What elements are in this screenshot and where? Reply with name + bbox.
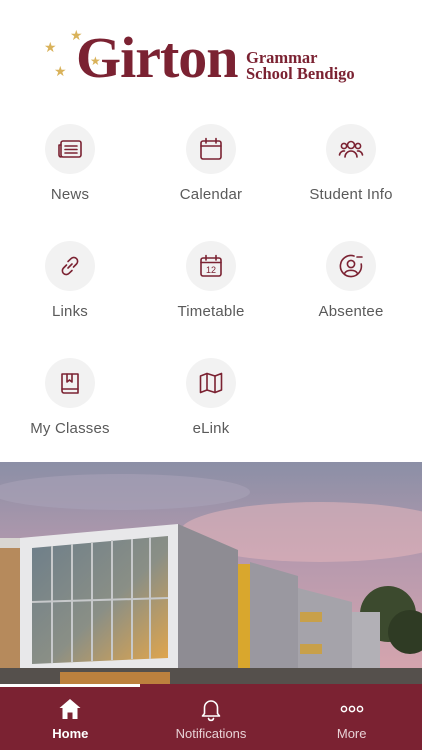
tab-label: More — [336, 726, 367, 741]
people-icon — [338, 140, 364, 158]
tab-label: Home — [52, 726, 89, 741]
bottom-tab-bar: Home Notifications More — [0, 684, 422, 750]
tab-more[interactable]: More — [281, 684, 422, 750]
star-icon: ★ — [54, 63, 67, 79]
menu-item-student-info[interactable]: Student Info — [281, 124, 421, 234]
menu-item-label: My Classes — [30, 420, 110, 437]
menu-item-elink[interactable]: eLink — [141, 358, 281, 468]
logo-subtitle-line2: School Bendigo — [246, 64, 355, 83]
more-dots-icon — [340, 705, 364, 713]
icon-circle — [186, 124, 236, 174]
menu-item-label: Links — [51, 303, 89, 320]
calendar-icon — [200, 137, 222, 160]
tab-notifications[interactable]: Notifications — [141, 684, 282, 750]
menu-item-links[interactable]: Links — [0, 241, 140, 351]
timetable-day-number: 12 — [206, 265, 216, 275]
school-building-photo — [0, 462, 422, 684]
building-image — [0, 462, 422, 684]
school-logo: ★ ★ ★ ★ Girton Grammar School Bendigo — [44, 24, 384, 94]
icon-circle — [326, 241, 376, 291]
icon-circle — [45, 358, 95, 408]
active-tab-indicator — [0, 684, 140, 687]
app-header: ★ ★ ★ ★ Girton Grammar School Bendigo — [0, 0, 422, 110]
timetable-icon: 12 — [200, 254, 222, 277]
map-icon — [199, 372, 223, 394]
tab-label: Notifications — [175, 726, 247, 741]
icon-circle — [186, 358, 236, 408]
logo-wordmark: Girton — [76, 25, 239, 90]
menu-item-news[interactable]: News — [0, 124, 140, 234]
menu-item-label: Absentee — [318, 303, 384, 320]
menu-item-absentee[interactable]: Absentee — [281, 241, 421, 351]
tab-home[interactable]: Home — [0, 684, 141, 750]
link-icon — [61, 256, 79, 276]
menu-item-calendar[interactable]: Calendar — [141, 124, 281, 234]
newspaper-icon — [58, 140, 82, 158]
menu-item-timetable[interactable]: 12 Timetable — [141, 241, 281, 351]
person-minus-icon — [339, 254, 363, 278]
menu-item-label: eLink — [192, 420, 230, 437]
logo-subtitle: Grammar School Bendigo — [246, 49, 355, 83]
menu-item-label: Timetable — [177, 303, 245, 320]
menu-item-label: Calendar — [179, 186, 243, 203]
menu-item-label: News — [50, 186, 90, 203]
star-icon: ★ — [44, 39, 57, 55]
bell-icon — [201, 700, 221, 722]
home-icon — [59, 699, 81, 719]
menu-item-my-classes[interactable]: My Classes — [0, 358, 140, 468]
menu-item-label: Student Info — [309, 186, 393, 203]
icon-circle — [45, 124, 95, 174]
icon-circle — [326, 124, 376, 174]
icon-circle: 12 — [186, 241, 236, 291]
book-icon — [61, 373, 79, 394]
icon-circle — [45, 241, 95, 291]
